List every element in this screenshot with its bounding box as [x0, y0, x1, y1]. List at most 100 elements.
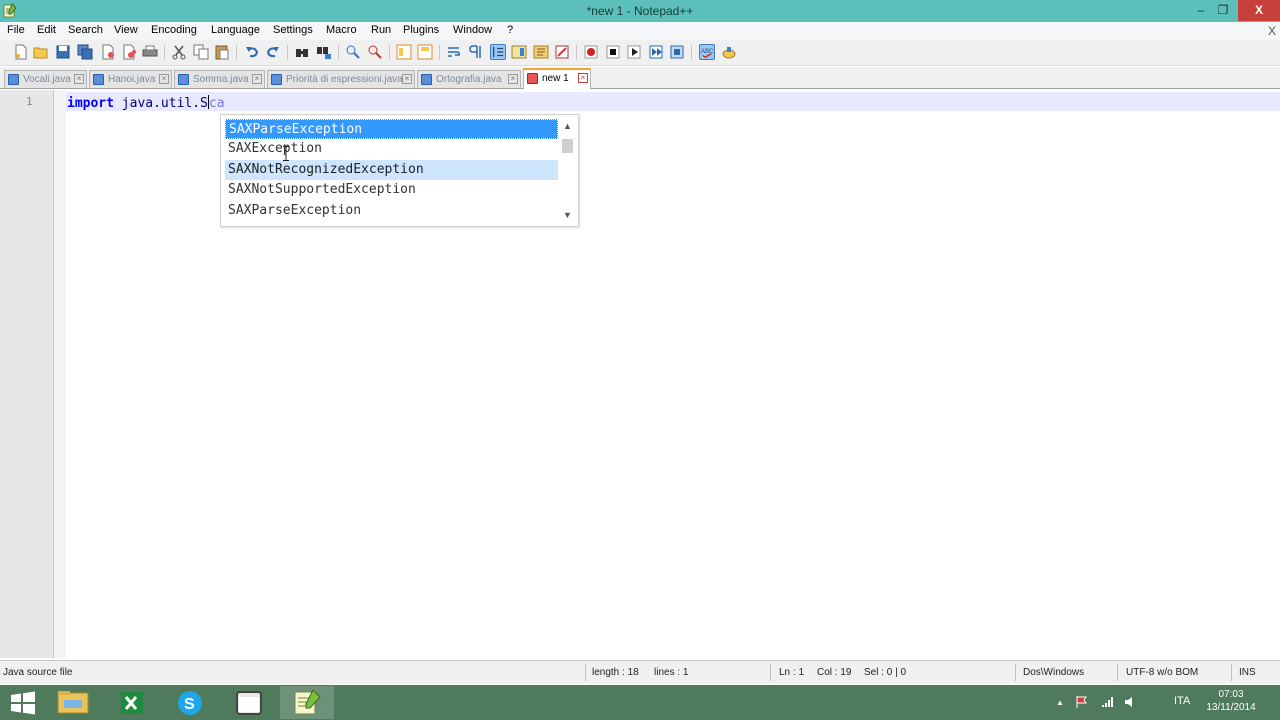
status-encoding: UTF-8 w/o BOM: [1126, 667, 1199, 678]
windows-start-icon[interactable]: [8, 689, 38, 717]
system-clock[interactable]: 07:03 13/11/2014: [1196, 688, 1266, 714]
new-file-icon[interactable]: [13, 44, 29, 60]
autocomplete-list[interactable]: SAXParseException SAXException SAXNotRec…: [220, 114, 579, 227]
word-wrap-icon[interactable]: [446, 44, 462, 60]
tab-label: Hanoi.java: [108, 74, 156, 85]
replace-icon[interactable]: [316, 44, 332, 60]
close-icon[interactable]: [100, 44, 116, 60]
paste-icon[interactable]: [214, 44, 230, 60]
play-macro-icon[interactable]: [626, 44, 642, 60]
run-macro-multiple-icon[interactable]: [648, 44, 664, 60]
save-icon[interactable]: [55, 44, 71, 60]
record-macro-icon[interactable]: [583, 44, 599, 60]
spell-check-icon[interactable]: ABC: [699, 44, 715, 60]
scroll-down-icon[interactable]: ▼: [562, 210, 573, 220]
code-line[interactable]: import java.util.Sca: [67, 95, 225, 111]
menu-encoding[interactable]: Encoding: [151, 24, 197, 36]
scroll-up-icon[interactable]: ▲: [562, 121, 573, 131]
tab-vocali-java[interactable]: Vocali.java ×: [4, 70, 87, 88]
tab-close-icon[interactable]: ×: [159, 74, 169, 84]
line-number: 1: [26, 95, 33, 108]
sync-vertical-icon[interactable]: [396, 44, 412, 60]
saved-file-icon: [93, 74, 104, 85]
print-icon[interactable]: [142, 44, 158, 60]
tab-close-icon[interactable]: ×: [74, 74, 84, 84]
menu-macro[interactable]: Macro: [326, 24, 357, 36]
undo-icon[interactable]: [244, 44, 260, 60]
editor-area[interactable]: 1 import java.util.Sca: [0, 90, 1280, 658]
tray-expand-icon[interactable]: ▲: [1056, 698, 1064, 707]
autocomplete-item[interactable]: SAXNotRecognizedException: [225, 160, 558, 180]
autocomplete-item[interactable]: SAXNotSupportedException: [225, 180, 558, 200]
status-sel: Sel : 0 | 0: [864, 667, 907, 678]
redo-icon[interactable]: [265, 44, 281, 60]
save-macro-icon[interactable]: [669, 44, 685, 60]
autocomplete-item[interactable]: SAXParseException: [225, 119, 558, 139]
tab-close-icon[interactable]: ×: [578, 73, 588, 83]
notepad-plus-plus-taskbar-icon[interactable]: [280, 686, 334, 719]
skype-icon[interactable]: S: [163, 686, 217, 719]
menu-language[interactable]: Language: [211, 24, 260, 36]
autocomplete-item[interactable]: SAXParseException: [225, 201, 558, 221]
menu-view[interactable]: View: [114, 24, 138, 36]
menu-search[interactable]: Search: [68, 24, 103, 36]
doc-map-icon[interactable]: [511, 44, 527, 60]
status-length: length : 18: [592, 667, 639, 678]
find-icon[interactable]: [294, 44, 310, 60]
menu-run[interactable]: Run: [371, 24, 391, 36]
tab-priorita-espressioni-java[interactable]: Priorità di espressioni.java ×: [267, 70, 415, 88]
open-file-icon[interactable]: [33, 44, 49, 60]
close-all-icon[interactable]: [121, 44, 137, 60]
menu-help[interactable]: ?: [507, 24, 513, 36]
saved-file-icon: [8, 74, 19, 85]
save-all-icon[interactable]: [77, 44, 93, 60]
status-separator: [770, 664, 771, 681]
file-explorer-icon[interactable]: [46, 686, 100, 719]
menu-edit[interactable]: Edit: [37, 24, 56, 36]
tab-close-icon[interactable]: ×: [402, 74, 412, 84]
show-all-chars-icon[interactable]: [468, 44, 484, 60]
menu-window[interactable]: Window: [453, 24, 492, 36]
window-title: *new 1 - Notepad++: [586, 4, 694, 18]
tab-hanoi-java[interactable]: Hanoi.java ×: [89, 70, 172, 88]
indent-guide-icon[interactable]: [490, 44, 506, 60]
app-window-icon[interactable]: [222, 686, 276, 719]
menu-settings[interactable]: Settings: [273, 24, 313, 36]
tab-new-1[interactable]: new 1 ×: [523, 68, 591, 89]
status-col: Col : 19: [817, 667, 852, 678]
tab-somma-java[interactable]: Somma.java ×: [174, 70, 265, 88]
scroll-thumb[interactable]: [562, 139, 573, 153]
volume-icon[interactable]: [1123, 695, 1139, 709]
copy-icon[interactable]: [193, 44, 209, 60]
input-language-indicator[interactable]: ITA: [1174, 695, 1190, 707]
menu-plugins[interactable]: Plugins: [403, 24, 439, 36]
autocomplete-scrollbar[interactable]: ▲ ▼: [560, 117, 575, 223]
autocomplete-item[interactable]: SAXException: [225, 139, 558, 159]
saved-file-icon: [178, 74, 189, 85]
code-keyword: import: [67, 96, 114, 111]
stop-macro-icon[interactable]: [605, 44, 621, 60]
cut-icon[interactable]: [171, 44, 187, 60]
folder-workspace-icon[interactable]: [554, 44, 570, 60]
status-ln: Ln : 1: [779, 667, 805, 678]
action-center-flag-icon[interactable]: [1074, 695, 1090, 709]
tab-label: Somma.java: [193, 74, 249, 85]
plugin-icon[interactable]: [721, 44, 737, 60]
toolbar-separator: [576, 45, 577, 60]
menu-file[interactable]: File: [7, 24, 25, 36]
zoom-out-icon[interactable]: [367, 44, 383, 60]
network-icon[interactable]: [1100, 695, 1116, 709]
excel-icon[interactable]: [104, 686, 158, 719]
sync-horizontal-icon[interactable]: [417, 44, 433, 60]
status-separator: [585, 664, 586, 681]
function-list-icon[interactable]: [533, 44, 549, 60]
toolbar-separator: [236, 45, 237, 60]
tab-close-icon[interactable]: ×: [252, 74, 262, 84]
fold-margin[interactable]: [54, 90, 66, 658]
tab-ortografia-java[interactable]: Ortografia.java ×: [417, 70, 521, 88]
close-document-icon[interactable]: X: [1268, 24, 1276, 38]
zoom-in-icon[interactable]: [345, 44, 361, 60]
restore-button[interactable]: ❐: [1210, 0, 1236, 21]
tab-close-icon[interactable]: ×: [508, 74, 518, 84]
close-button[interactable]: X: [1238, 0, 1280, 21]
